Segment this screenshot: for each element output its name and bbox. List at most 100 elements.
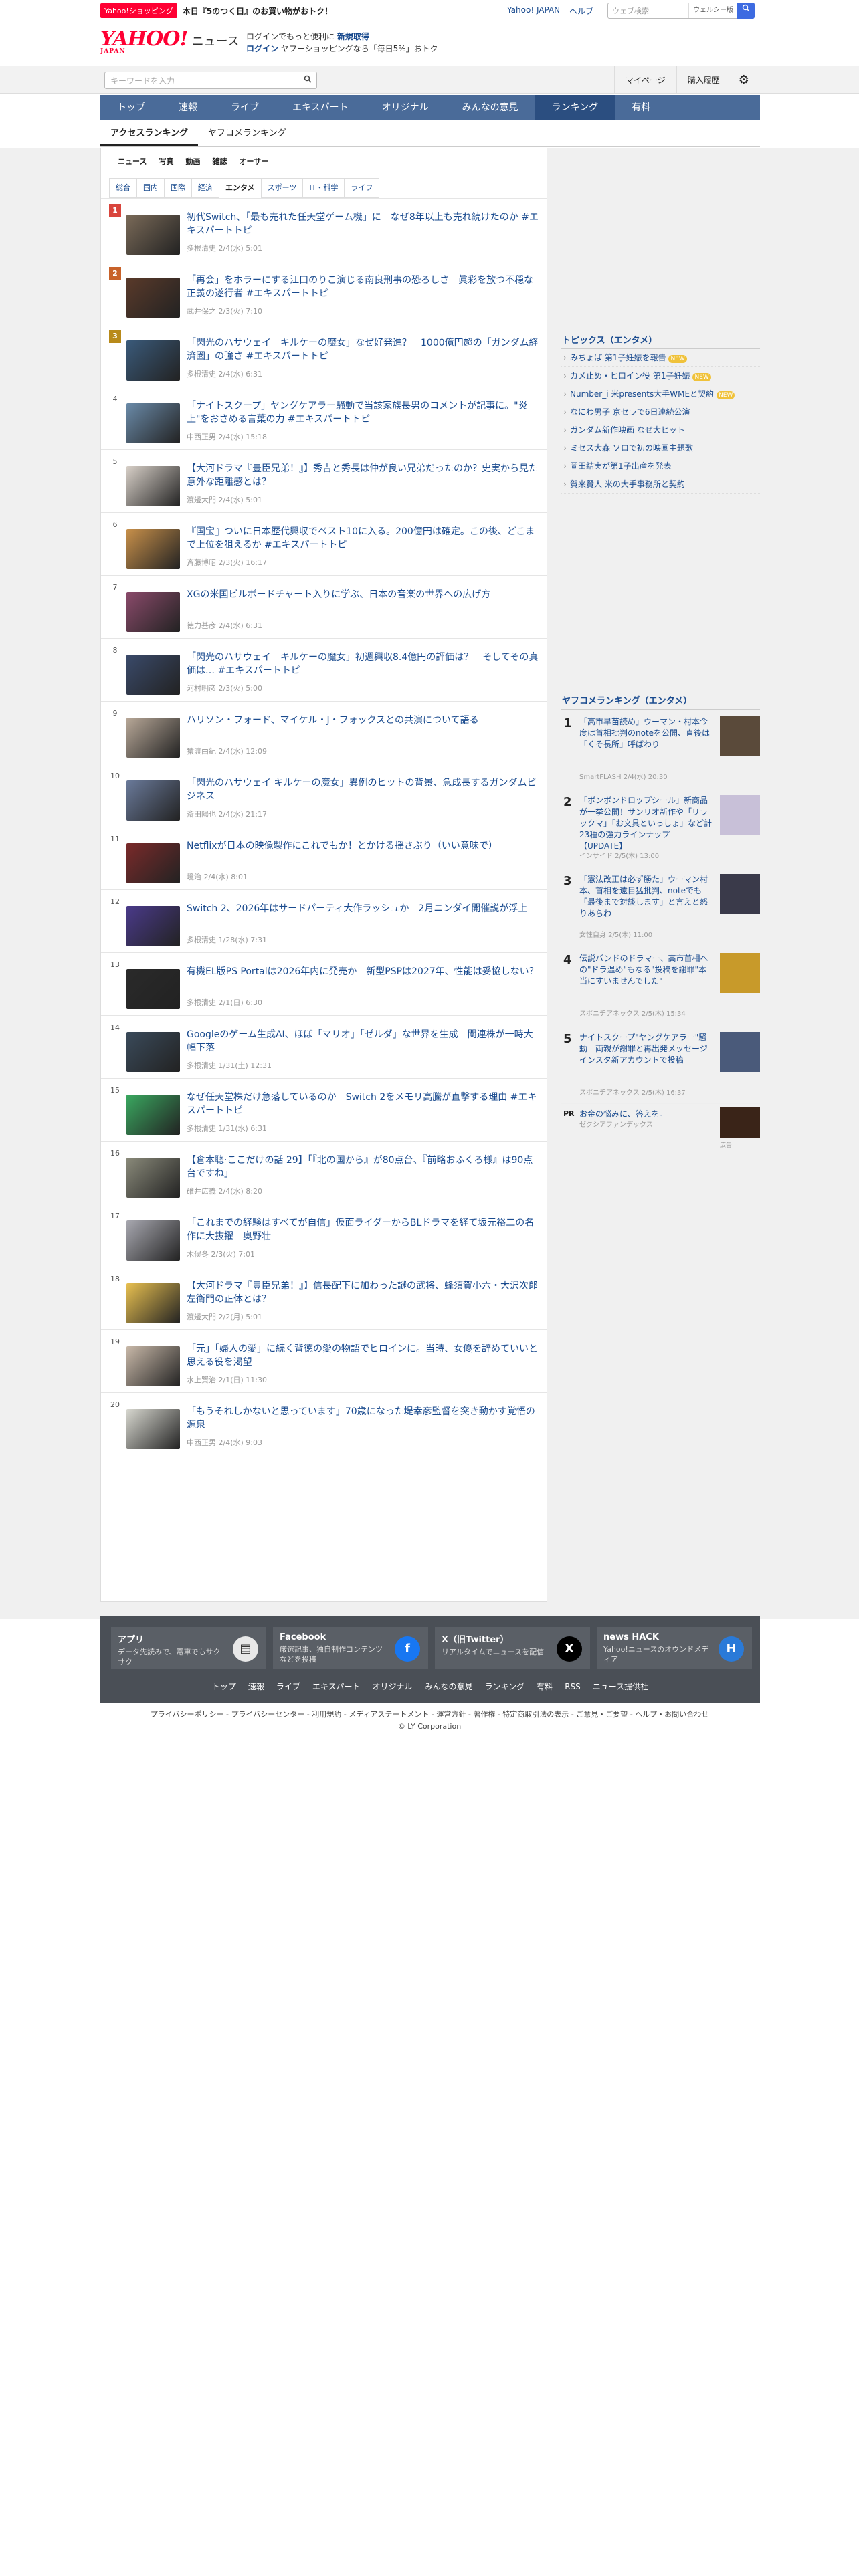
article-thumbnail[interactable] — [126, 466, 180, 506]
article-thumbnail[interactable] — [126, 655, 180, 695]
ranking-item[interactable]: 8 「閃光のハサウェイ キルケーの魔女」初週興収8.4億円の評価は？ そしてその真… — [101, 638, 547, 701]
topic-item[interactable]: なにわ男子 京セラで6日連続公演 — [561, 403, 760, 421]
nav-original[interactable]: オリジナル — [365, 95, 446, 120]
article-title[interactable]: 「これまでの経験はすべてが自信」仮面ライダーからBLドラマを経て坂元裕二の名作に… — [187, 1216, 541, 1243]
media-tab-photo[interactable]: 写真 — [153, 155, 179, 169]
article-thumbnail[interactable] — [126, 1283, 180, 1323]
article-title[interactable]: 【大河ドラマ『豊臣兄弟！』】信長配下に加わった謎の武将、蜂須賀小六・大沢次郎左衛… — [187, 1279, 541, 1306]
footer-nav-link[interactable]: ランキング — [479, 1682, 531, 1691]
article-thumbnail[interactable] — [126, 403, 180, 443]
article-title[interactable]: Switch 2、2026年はサードパーティ大作ラッシュか 2月ニンダイ開催説が… — [187, 902, 541, 916]
ranking-item[interactable]: 16 【倉本聰·ここだけの話 29】「『北の国から』が80点台、『前略おふくろ様』… — [101, 1141, 547, 1204]
pr-ad[interactable]: PR お金の悩みに、答えを。 ゼクシアファンデックス 広告 — [561, 1104, 760, 1158]
nav-paid[interactable]: 有料 — [615, 95, 667, 120]
ranking-item[interactable]: 1 初代Switch､「最も売れた任天堂ゲーム機」に なぜ8年以上も売れ続けたのか… — [101, 198, 547, 261]
search-icon[interactable] — [298, 75, 316, 86]
article-thumbnail[interactable] — [126, 1220, 180, 1261]
article-thumbnail[interactable] — [126, 1346, 180, 1386]
nav-breaking[interactable]: 速報 — [162, 95, 214, 120]
legal-links[interactable]: プライバシーポリシー - プライバシーセンター - 利用規約 - メディアステー… — [0, 1709, 859, 1721]
article-thumbnail[interactable] — [126, 843, 180, 883]
mypage-link[interactable]: マイページ — [614, 66, 676, 94]
newshack-icon[interactable]: H — [719, 1636, 744, 1662]
topic-item[interactable]: ガンダム新作映画 なぜ大ヒット — [561, 421, 760, 439]
media-tab-author[interactable]: オーサー — [233, 155, 274, 169]
article-title[interactable]: 「もうそれしかないと思っています」70歳になった堤幸彦監督を突き動かす覚悟の源泉 — [187, 1405, 541, 1432]
article-title[interactable]: 「閃光のハサウェイ キルケーの魔女」初週興収8.4億円の評価は？ そしてその真価… — [187, 651, 541, 677]
article-title[interactable]: Netflixが日本の映像製作にこれでもか！とかける揺さぶり（いい意味で） — [187, 839, 541, 853]
article-thumbnail[interactable] — [126, 215, 180, 255]
article-title[interactable]: Googleのゲーム生成AI、ほぼ「マリオ」「ゼルダ」な世界を生成 関連株が一時… — [187, 1028, 541, 1055]
web-search-input[interactable]: ウェブ検索 — [608, 5, 688, 16]
yahoo-japan-link[interactable]: Yahoo! JAPAN — [507, 5, 560, 17]
web-search-box[interactable]: ウェブ検索 ウェルシー版 — [607, 3, 755, 19]
tab-comment-ranking[interactable]: ヤフコメランキング — [198, 122, 296, 146]
ranking-item[interactable]: 18 【大河ドラマ『豊臣兄弟！』】信長配下に加わった謎の武将、蜂須賀小六・大沢次郎… — [101, 1267, 547, 1329]
footer-nav-link[interactable]: 速報 — [242, 1682, 270, 1691]
article-title[interactable]: ハリソン・フォード、マイケル・J・フォックスとの共演について語る — [187, 714, 541, 727]
comment-rank-thumbnail[interactable] — [720, 716, 760, 756]
article-thumbnail[interactable] — [126, 529, 180, 569]
ranking-item[interactable]: 15 なぜ任天堂株だけ急落しているのか Switch 2をメモリ高騰が直撃する理由… — [101, 1078, 547, 1141]
footer-app-box[interactable]: X（旧Twitter） リアルタイムでニュースを配信 X — [435, 1627, 590, 1669]
pr-title[interactable]: お金の悩みに、答えを。 — [579, 1108, 668, 1119]
help-link[interactable]: ヘルプ — [569, 5, 593, 17]
footer-nav-link[interactable]: ライブ — [270, 1682, 306, 1691]
article-thumbnail[interactable] — [126, 780, 180, 821]
comment-ranking-item[interactable]: 5 ナイトスクープ"ヤングケアラー"騒動 両親が謝罪と再出発メッセージ インスタ新… — [561, 1025, 760, 1104]
ranking-item[interactable]: 11 Netflixが日本の映像製作にこれでもか！とかける揺さぶり（いい意味で） 境… — [101, 827, 547, 889]
comment-rank-title[interactable]: ナイトスクープ"ヤングケアラー"騒動 両親が謝罪と再出発メッセージ インスタ新ア… — [579, 1032, 716, 1066]
cat-tab-world[interactable]: 国際 — [164, 178, 191, 198]
topic-item[interactable]: Number_i 米presents大手WMEと契約NEW — [561, 385, 760, 403]
cat-tab-sports[interactable]: スポーツ — [260, 178, 303, 198]
cat-tab-domestic[interactable]: 国内 — [136, 178, 164, 198]
media-tab-magazine[interactable]: 雑誌 — [206, 155, 233, 169]
media-tab-video[interactable]: 動画 — [179, 155, 206, 169]
comment-rank-title[interactable]: 「高市早苗読め」ウーマン・村本今度は首相批判のnoteを公開、直後は「くそ長所」… — [579, 716, 713, 750]
article-title[interactable]: XGの米国ビルボードチャート入りに学ぶ、日本の音楽の世界への広げ方 — [187, 588, 541, 601]
purchase-history-link[interactable]: 購入履歴 — [676, 66, 731, 94]
article-thumbnail[interactable] — [126, 1158, 180, 1198]
cat-tab-economy[interactable]: 経済 — [191, 178, 219, 198]
article-title[interactable]: 「元」「婦人の愛」に続く背徳の愛の物語でヒロインに。当時、女優を辞めていいと思え… — [187, 1342, 541, 1369]
ranking-item[interactable]: 9 ハリソン・フォード、マイケル・J・フォックスとの共演について語る 猿渡由紀 2/… — [101, 701, 547, 764]
footer-app-box[interactable]: Facebook 厳選記事、独自制作コンテンツなどを投稿 f — [273, 1627, 428, 1669]
footer-nav-link[interactable]: みんなの意見 — [419, 1682, 479, 1691]
article-title[interactable]: 「再会」をホラーにする江口のりこ演じる南良刑事の恐ろしさ 眞彩を放つ不穏な正義の… — [187, 274, 541, 300]
ranking-item[interactable]: 3 「閃光のハサウェイ キルケーの魔女」なぜ好発進？ 1000億円超の「ガンダム経… — [101, 324, 547, 387]
ranking-item[interactable]: 20 「もうそれしかないと思っています」70歳になった堤幸彦監督を突き動かす覚悟の… — [101, 1392, 547, 1455]
ranking-item[interactable]: 10 「閃光のハサウェイ キルケーの魔女」異例のヒットの背景、急成長するガンダムビ… — [101, 764, 547, 827]
article-title[interactable]: 「閃光のハサウェイ キルケーの魔女」異例のヒットの背景、急成長するガンダムビジネ… — [187, 776, 541, 803]
topic-item[interactable]: 賀来賢人 米の大手事務所と契約 — [561, 475, 760, 494]
article-thumbnail[interactable] — [126, 969, 180, 1009]
nav-ranking[interactable]: ランキング — [535, 95, 615, 120]
nav-opinions[interactable]: みんなの意見 — [446, 95, 535, 120]
ranking-item[interactable]: 4 「ナイトスクープ」ヤングケアラー騒動で当該家族長男のコメントが記事に。"炎上"… — [101, 387, 547, 449]
comment-rank-thumbnail[interactable] — [720, 953, 760, 993]
cat-tab-it-science[interactable]: IT・科学 — [302, 178, 345, 198]
x-icon[interactable]: X — [557, 1636, 582, 1662]
comment-ranking-item[interactable]: 3 「憲法改正は必ず勝た」ウーマン村本、首相を遠目猛批判、noteでも「最後まで対… — [561, 867, 760, 946]
article-thumbnail[interactable] — [126, 718, 180, 758]
article-title[interactable]: 「ナイトスクープ」ヤングケアラー騒動で当該家族長男のコメントが記事に。"炎上"を… — [187, 399, 541, 426]
nav-expert[interactable]: エキスパート — [276, 95, 365, 120]
gear-icon[interactable]: ⚙ — [730, 66, 757, 94]
ranking-item[interactable]: 5 【大河ドラマ『豊臣兄弟！』】秀吉と秀長は仲が良い兄弟だったのか？史実から見た意… — [101, 449, 547, 512]
footer-app-box[interactable]: アプリ データ先読みで、電車でもサクサク ▤ — [111, 1627, 266, 1669]
comment-rank-title[interactable]: 「憲法改正は必ず勝た」ウーマン村本、首相を遠目猛批判、noteでも「最後まで対談… — [579, 874, 713, 920]
comment-rank-thumbnail[interactable] — [720, 1032, 760, 1072]
topic-item[interactable]: 岡田結実が第1子出産を発表 — [561, 457, 760, 475]
article-title[interactable]: 有機EL版PS Portalは2026年内に発売か 新型PSPは2027年、性能… — [187, 965, 541, 978]
topic-item[interactable]: みちょぱ 第1子妊娠を報告NEW — [561, 349, 760, 367]
keyword-search[interactable]: キーワードを入力 — [104, 72, 317, 89]
cat-tab-all[interactable]: 総合 — [109, 178, 136, 198]
register-link[interactable]: 新規取得 — [337, 32, 369, 41]
comment-rank-thumbnail[interactable] — [720, 874, 760, 914]
article-thumbnail[interactable] — [126, 1409, 180, 1449]
article-title[interactable]: 【倉本聰·ここだけの話 29】「『北の国から』が80点台、『前略おふくろ様』は9… — [187, 1154, 541, 1180]
keyword-input[interactable]: キーワードを入力 — [105, 75, 298, 86]
ranking-item[interactable]: 12 Switch 2、2026年はサードパーティ大作ラッシュか 2月ニンダイ開催… — [101, 889, 547, 952]
nav-live[interactable]: ライブ — [214, 95, 276, 120]
ranking-item[interactable]: 17 「これまでの経験はすべてが自信」仮面ライダーからBLドラマを経て坂元裕二の名… — [101, 1204, 547, 1267]
media-tab-news[interactable]: ニュース — [112, 155, 153, 169]
